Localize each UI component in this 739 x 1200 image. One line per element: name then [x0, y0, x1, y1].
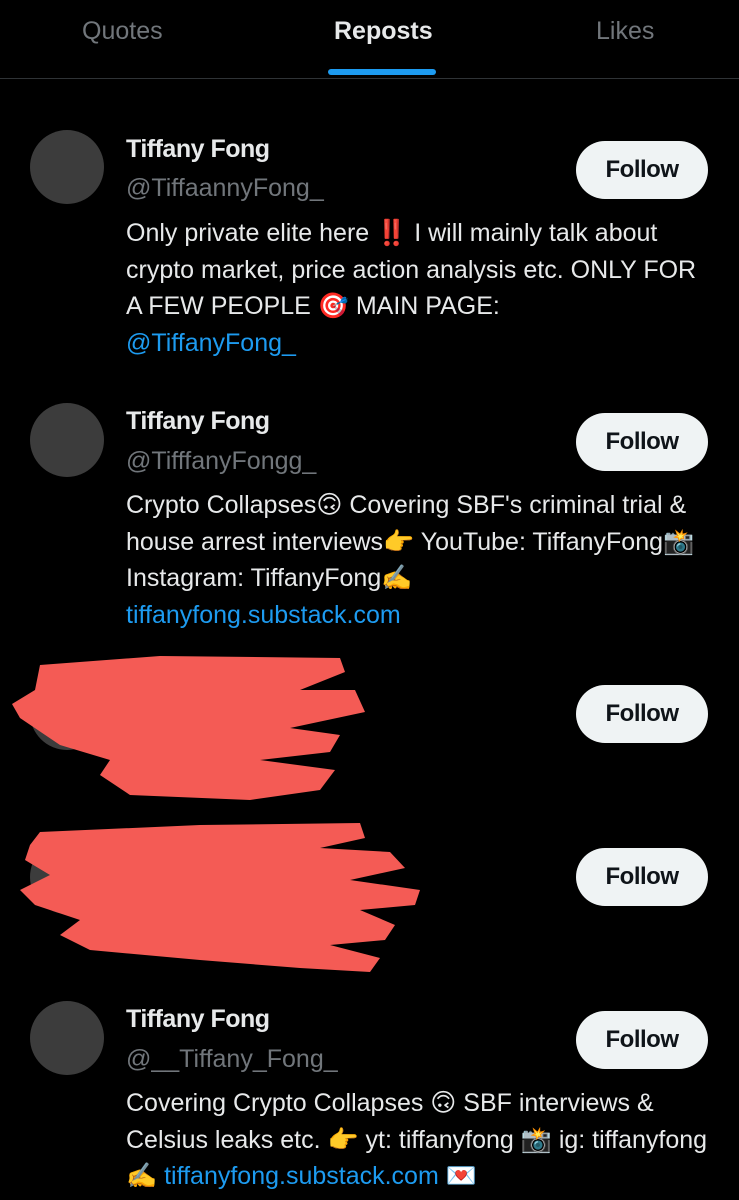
follow-button[interactable]: Follow: [576, 1011, 708, 1069]
bio-url-link[interactable]: tiffanyfong.substack.com: [164, 1162, 439, 1190]
avatar[interactable]: [30, 1001, 104, 1075]
bio-text: Covering Crypto Collapses: [126, 1089, 431, 1117]
user-bio: Covering Crypto Collapses 🙃 SBF intervie…: [126, 1085, 716, 1195]
writing-hand-emoji-icon: ✍️: [126, 1162, 158, 1190]
camera-flash-emoji-icon: 📸: [520, 1125, 552, 1154]
pointing-hand-emoji-icon: 👉: [327, 1125, 359, 1154]
bio-text: ig: tiffanyfong: [551, 1125, 708, 1154]
user-handle: @__Tiffany_Fong_: [126, 1045, 338, 1073]
upside-down-face-emoji-icon: 🙃: [430, 1089, 457, 1117]
love-letter-emoji-icon: 💌: [445, 1162, 477, 1190]
user-display-name: Tiffany Fong: [126, 1005, 270, 1033]
bio-text: yt: tiffanyfong: [358, 1125, 521, 1154]
